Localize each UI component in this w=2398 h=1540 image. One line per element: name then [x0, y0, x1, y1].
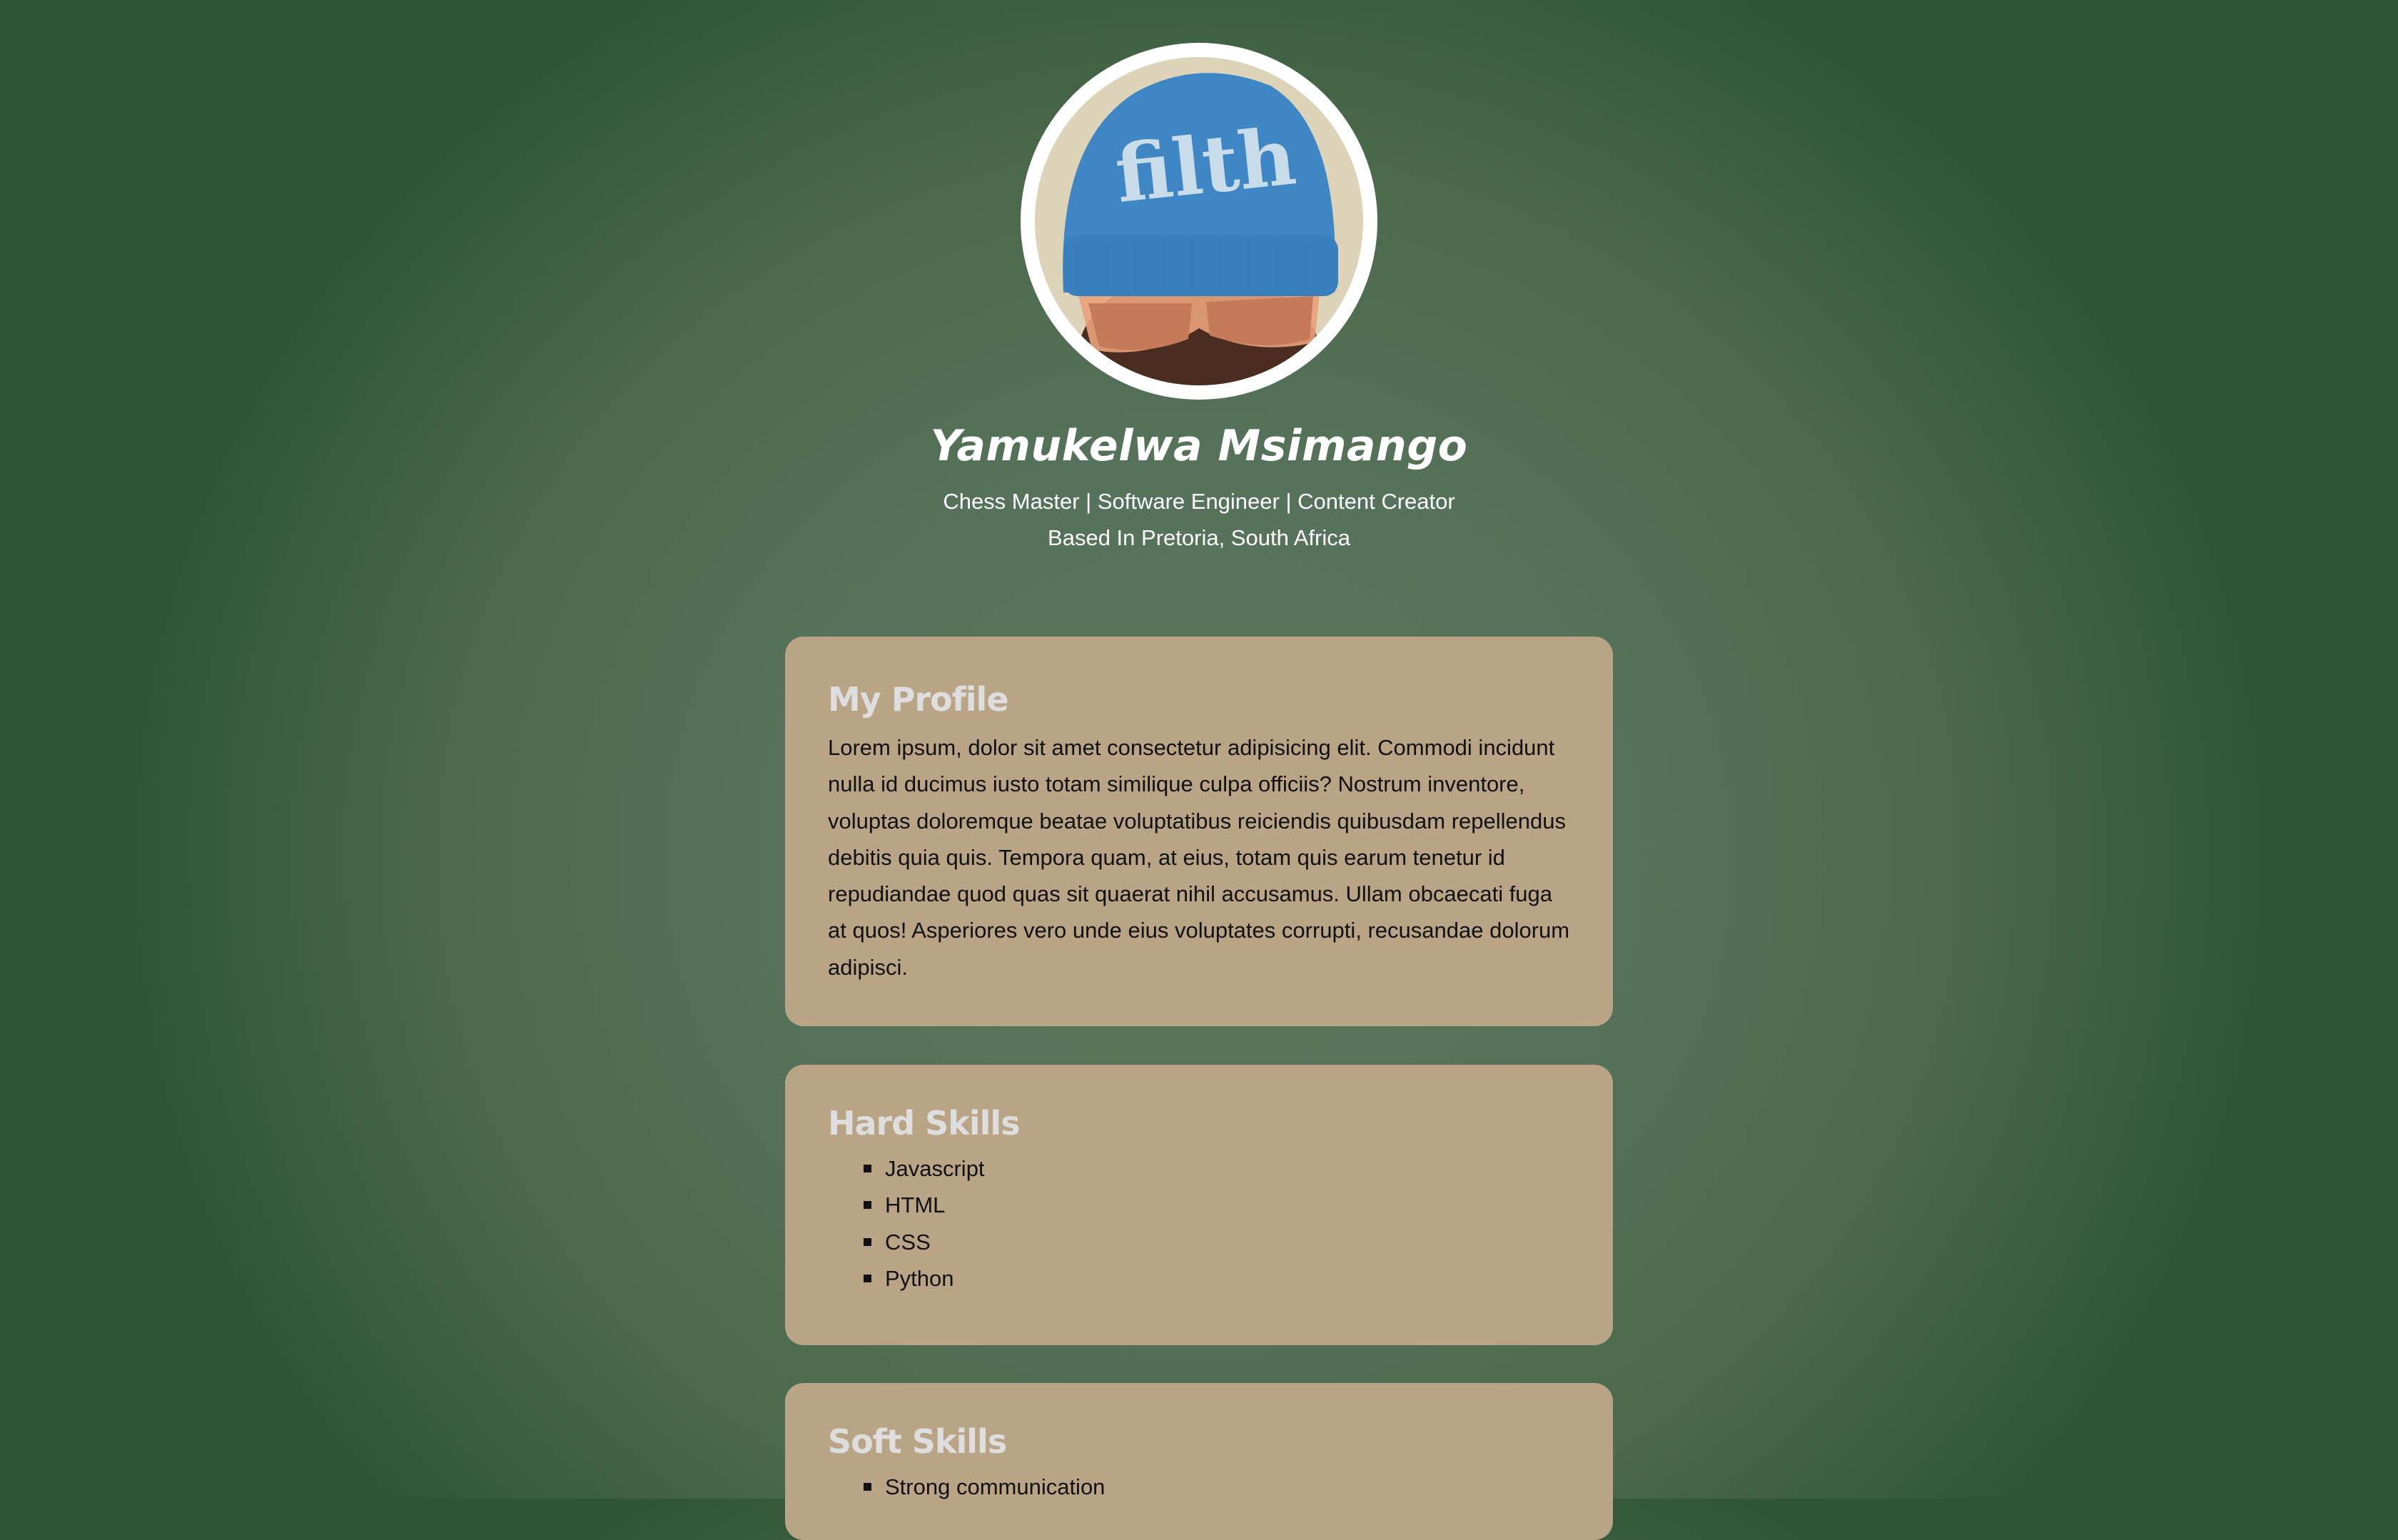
profile-card-title: My Profile [828, 680, 1009, 719]
avatar-photo: filth [1035, 57, 1363, 385]
square-bullet-icon [864, 1201, 871, 1210]
hard-skills-card: Hard Skills Javascript HTML CSS Python [785, 1065, 1613, 1345]
profile-location: Based In Pretoria, South Africa [1048, 525, 1350, 550]
profile-name: Yamukelwa Msimango [930, 421, 1468, 471]
hard-skills-list: Javascript HTML CSS Python [828, 1150, 985, 1297]
square-bullet-icon [864, 1237, 871, 1246]
profile-card-body: Lorem ipsum, dolor sit amet consectetur … [828, 735, 1570, 980]
soft-skills-title: Soft Skills [828, 1422, 1007, 1461]
square-bullet-icon [864, 1274, 871, 1282]
hard-skills-title: Hard Skills [828, 1104, 1021, 1143]
avatar-frame: filth [1021, 43, 1377, 400]
soft-skills-list: Strong communication [828, 1469, 1105, 1505]
skill-label: Strong communication [885, 1474, 1106, 1499]
square-bullet-icon [864, 1165, 871, 1172]
profile-card: My Profile Lorem ipsum, dolor sit amet c… [785, 637, 1613, 1026]
soft-skills-card: Soft Skills Strong communication [785, 1383, 1613, 1540]
list-item: Python [828, 1260, 985, 1297]
skill-label: CSS [885, 1229, 931, 1255]
avatar: filth [1035, 57, 1363, 385]
skill-label: Python [885, 1265, 954, 1291]
square-bullet-icon [864, 1483, 871, 1491]
skill-label: Javascript [885, 1156, 985, 1181]
svg-text:filth: filth [1111, 110, 1300, 221]
list-item: Javascript [828, 1150, 985, 1187]
list-item: Strong communication [828, 1469, 1105, 1505]
list-item: CSS [828, 1224, 985, 1260]
profile-tagline: Chess Master | Software Engineer | Conte… [943, 489, 1455, 514]
skill-label: HTML [885, 1192, 946, 1218]
list-item: HTML [828, 1187, 985, 1223]
